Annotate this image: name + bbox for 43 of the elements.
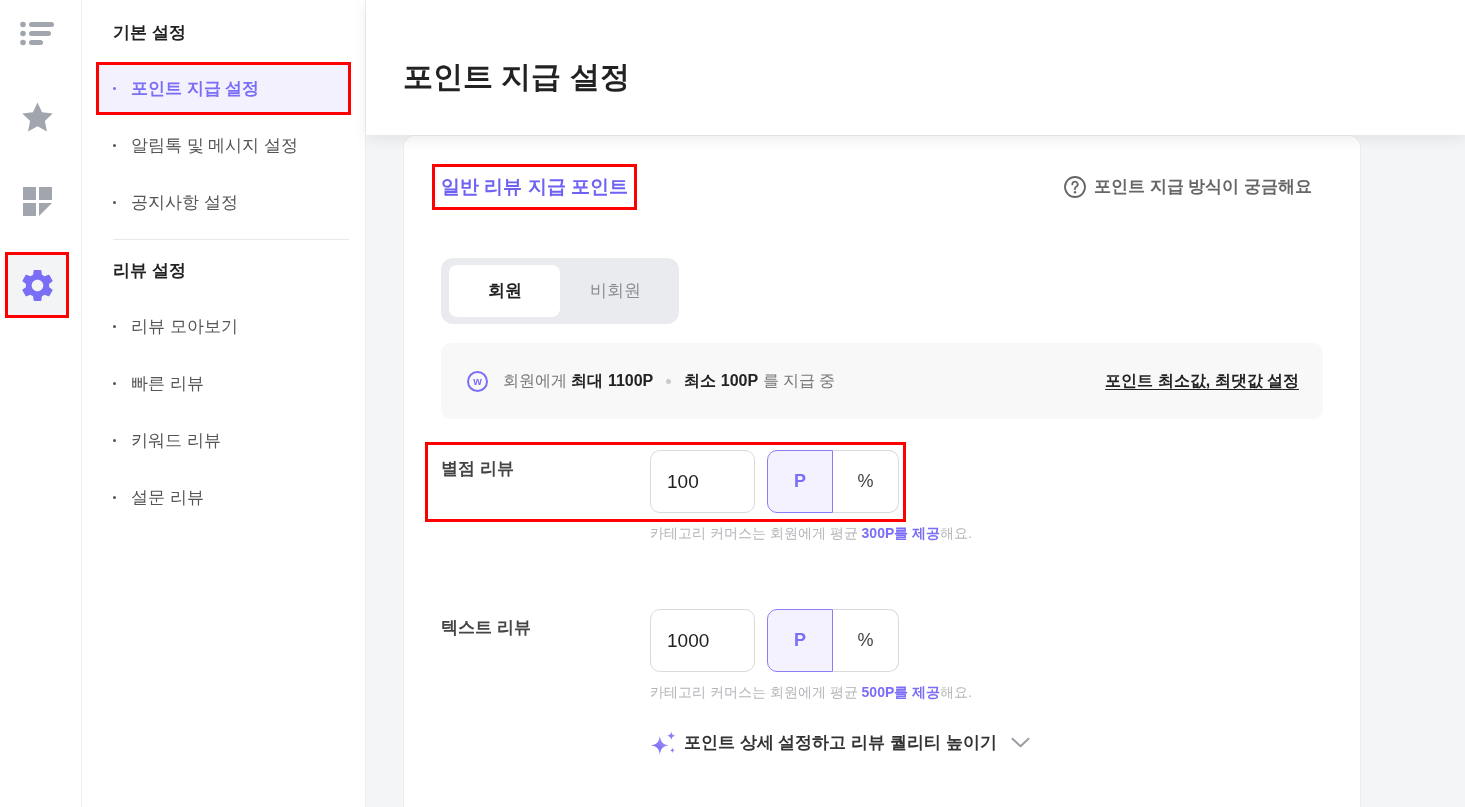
hint-text: 카테고리 커머스는 회원에게 평균 300P를 제공해요.: [650, 524, 974, 543]
hint-text: 카테고리 커머스는 회원에게 평균 500P를 제공해요.: [650, 683, 974, 702]
bullet-icon: [113, 87, 116, 90]
help-icon: [1063, 176, 1086, 198]
point-badge: w: [467, 370, 488, 392]
range-settings-link[interactable]: 포인트 최소값, 최댓값 설정: [1105, 369, 1299, 393]
sidebar-item[interactable]: 키워드 리뷰: [96, 414, 351, 467]
bullet-icon: [113, 382, 116, 385]
bullet-icon: [113, 201, 116, 204]
sidebar-heading: 리뷰 설정: [112, 260, 187, 282]
page-title: 포인트 지급 설정: [403, 59, 631, 95]
rail-nav-button[interactable]: [5, 252, 69, 318]
unit-option[interactable]: %: [833, 609, 899, 672]
audience-tab[interactable]: 회원: [449, 265, 560, 317]
separator-dot-icon: [666, 378, 672, 384]
sparkle-icon: [650, 730, 676, 755]
list-icon: [20, 20, 54, 46]
bullet-icon: [113, 325, 116, 328]
tiles-icon: [22, 186, 52, 216]
field-label: 별점 리뷰: [441, 458, 515, 480]
bullet-icon: [113, 496, 116, 499]
info-text: 회원에게 최대 1100P: [503, 371, 654, 391]
sidebar-heading: 기본 설정: [112, 22, 187, 44]
help-link[interactable]: 포인트 지급 방식이 궁금해요: [1063, 174, 1312, 200]
detail-settings-toggle[interactable]: 포인트 상세 설정하고 리뷰 퀄리티 높이기: [650, 730, 1030, 756]
sidebar-item[interactable]: 공지사항 설정: [96, 176, 351, 229]
sidebar-item[interactable]: 알림톡 및 메시지 설정: [96, 119, 351, 172]
unit-option[interactable]: P: [767, 450, 833, 513]
field-label: 텍스트 리뷰: [441, 617, 532, 639]
sidebar-item[interactable]: 설문 리뷰: [96, 471, 351, 524]
star-icon: [21, 102, 53, 132]
bullet-icon: [113, 439, 116, 442]
sidebar-item[interactable]: 빠른 리뷰: [96, 357, 351, 410]
settings-icon: [21, 269, 53, 301]
unit-option[interactable]: %: [833, 450, 899, 513]
bullet-icon: [113, 144, 116, 147]
point-input[interactable]: 1000: [650, 609, 755, 672]
info-text: 최소 100P 를 지급 중: [684, 371, 836, 391]
point-input[interactable]: 100: [650, 450, 755, 513]
unit-option[interactable]: P: [767, 609, 833, 672]
sidebar-item[interactable]: 리뷰 모아보기: [96, 300, 351, 353]
chevron-down-icon: [1010, 737, 1030, 749]
section-title: 일반 리뷰 지급 포인트: [432, 164, 637, 210]
